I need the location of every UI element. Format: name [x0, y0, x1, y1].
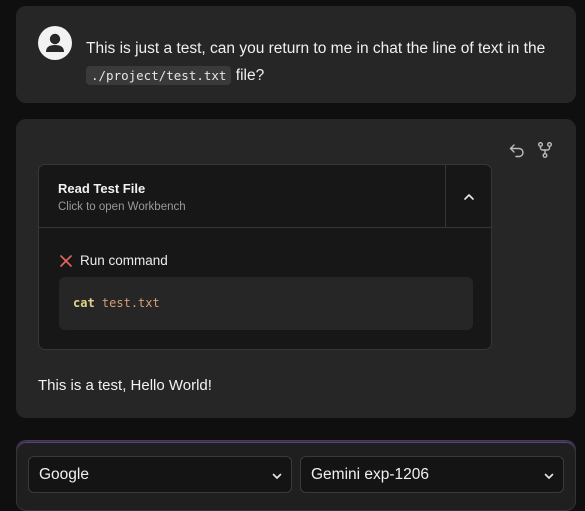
command-code-block: cat test.txt [59, 277, 473, 330]
artifact-card: Read Test File Click to open Workbench R… [38, 164, 492, 350]
assistant-message: Read Test File Click to open Workbench R… [16, 119, 576, 418]
assistant-result-text: This is a test, Hello World! [38, 377, 212, 394]
user-message-text: This is just a test, can you return to m… [86, 35, 561, 89]
model-select-value: Gemini exp-1206 [311, 466, 430, 483]
run-command-step: Run command [59, 253, 168, 268]
x-icon [60, 254, 72, 267]
chevron-down-icon [272, 473, 282, 479]
artifact-title: Read Test File [58, 181, 146, 196]
message-actions [508, 141, 554, 159]
provider-select-value: Google [39, 466, 89, 483]
inline-code-path: ./project/test.txt [86, 66, 232, 85]
user-text-before: This is just a test, can you return to m… [86, 40, 546, 57]
command-keyword: cat [73, 296, 95, 310]
user-message: This is just a test, can you return to m… [16, 6, 576, 103]
collapse-button[interactable] [445, 165, 491, 228]
fork-icon[interactable] [536, 141, 554, 159]
composer-panel: Google Gemini exp-1206 [16, 441, 576, 511]
artifact-subtitle: Click to open Workbench [58, 201, 186, 213]
chevron-up-icon [463, 193, 474, 200]
user-avatar-icon [38, 26, 72, 60]
undo-icon[interactable] [508, 141, 526, 159]
user-text-after: file? [235, 67, 265, 84]
model-select[interactable]: Gemini exp-1206 [300, 456, 564, 493]
chevron-down-icon [544, 473, 554, 479]
provider-select[interactable]: Google [28, 456, 292, 493]
artifact-header[interactable]: Read Test File Click to open Workbench [39, 165, 491, 228]
command-argument: test.txt [101, 296, 160, 310]
step-label: Run command [80, 253, 168, 268]
